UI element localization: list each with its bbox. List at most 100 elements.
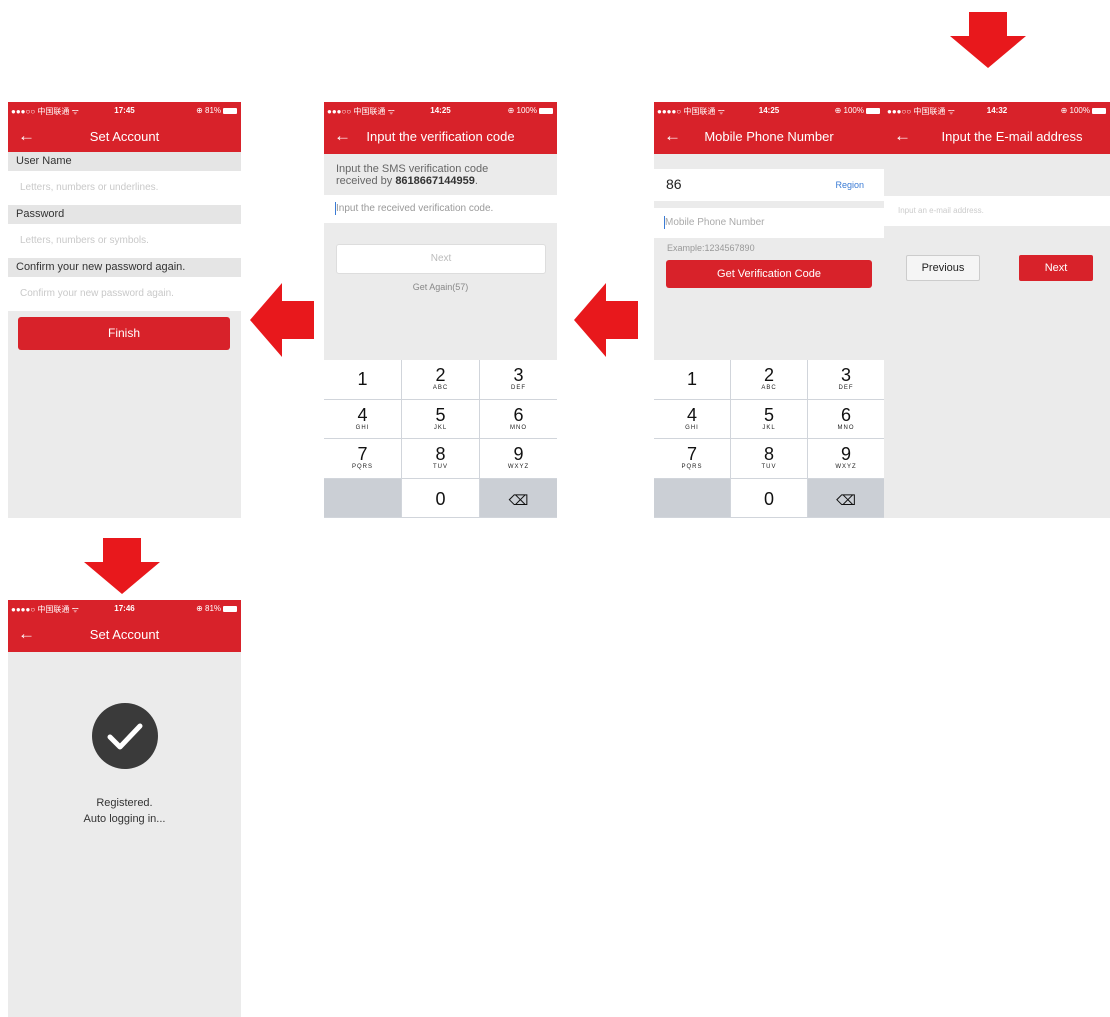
password-label: Password <box>8 205 241 224</box>
battery-icon <box>539 107 553 114</box>
phone-placeholder: Mobile Phone Number <box>665 217 765 228</box>
key-letters: DEF <box>511 385 526 391</box>
key-letters: ABC <box>761 385 777 391</box>
keypad-key[interactable]: 2 ABC <box>402 360 479 399</box>
key-letters: PQRS <box>681 464 703 470</box>
delete-key[interactable]: ⌫ <box>480 478 557 517</box>
keypad-key[interactable]: 2 ABC <box>731 360 807 399</box>
keypad-key[interactable]: 3 DEF <box>480 360 557 399</box>
key-number: 8 <box>435 444 446 464</box>
checkmark-icon <box>92 703 158 769</box>
instruction-prefix: received by <box>336 175 396 187</box>
page-title: Input the E-mail address <box>941 129 1083 144</box>
key-number: 4 <box>686 404 697 425</box>
email-input[interactable]: Input an e-mail address. <box>884 196 1110 226</box>
keypad-key[interactable]: 6 MNO <box>808 399 884 438</box>
verification-code-input[interactable]: Input the received verification code. <box>324 195 557 223</box>
keypad-key[interactable]: 9 WXYZ <box>808 439 884 478</box>
blank-key <box>324 478 401 517</box>
keypad-key[interactable]: 8 TUV <box>731 439 807 478</box>
key-letters: WXYZ <box>835 464 857 470</box>
battery-indicator: ⊕ 100% <box>508 106 553 115</box>
keypad-key[interactable]: 5 JKL <box>402 399 479 438</box>
backspace-icon: ⌫ <box>836 491 856 508</box>
status-bar: ●●●●○ 中国联通 ᯤ 14:25 ⊕ 100% <box>654 102 884 120</box>
key-number: 1 <box>686 369 697 389</box>
backspace-icon: ⌫ <box>508 491 529 508</box>
battery-label: ⊕ 100% <box>507 106 537 115</box>
screen-registered: ●●●●○ 中国联通 ᯤ 17:46 ⊕ 81% ← Set Account R… <box>8 600 241 1017</box>
screen-email: ●●●○○ 中国联通 ᯤ 14:32 ⊕ 100% ← Input the E-… <box>884 102 1110 518</box>
key-letters: JKL <box>762 424 776 431</box>
country-code-row[interactable]: 86 Region <box>654 169 884 201</box>
page-title: Set Account <box>89 627 160 642</box>
key-number: 5 <box>435 404 446 425</box>
keypad-key[interactable]: 0 <box>402 478 479 517</box>
region-link[interactable]: Region <box>835 180 864 190</box>
nav-bar: ← Mobile Phone Number <box>654 120 884 154</box>
key-letters: MNO <box>510 424 527 431</box>
keypad-key[interactable]: 4 GHI <box>654 399 730 438</box>
page-title: Set Account <box>89 129 160 144</box>
password-input[interactable]: Letters, numbers or symbols. <box>8 224 241 258</box>
get-verification-code-button[interactable]: Get Verification Code <box>666 260 872 288</box>
delete-key[interactable]: ⌫ <box>808 478 884 517</box>
status-bar: ●●●○○ 中国联通 ᯤ 17:45 ⊕ 81% <box>8 102 241 120</box>
keypad-key[interactable]: 1 <box>324 360 401 399</box>
key-number <box>654 479 730 485</box>
keypad-key[interactable]: 9 WXYZ <box>480 439 557 478</box>
key-number: 0 <box>435 488 446 509</box>
status-bar: ●●●○○ 中国联通 ᯤ 14:25 ⊕ 100% <box>324 102 557 120</box>
nav-bar: ← Input the E-mail address <box>884 120 1110 154</box>
key-number: 3 <box>840 365 851 385</box>
key-number: 2 <box>435 365 446 385</box>
finish-button[interactable]: Finish <box>18 317 230 350</box>
key-letters: GHI <box>355 424 370 431</box>
battery-label: ⊕ 81% <box>196 106 221 115</box>
instruction-line-1: Input the SMS verification code <box>336 163 489 175</box>
phone-number-input[interactable]: Mobile Phone Number <box>654 208 884 238</box>
back-arrow-icon[interactable]: ← <box>894 126 911 146</box>
key-number: 6 <box>840 404 851 425</box>
screen-verification-code: ●●●○○ 中国联通 ᯤ 14:25 ⊕ 100% ← Input the ve… <box>324 102 557 518</box>
battery-indicator: ⊕ 81% <box>196 604 237 613</box>
key-letters: TUV <box>433 464 448 470</box>
keypad-key[interactable]: 0 <box>731 478 807 517</box>
keypad-key[interactable]: 3 DEF <box>808 360 884 399</box>
username-input[interactable]: Letters, numbers or underlines. <box>8 171 241 205</box>
previous-button[interactable]: Previous <box>906 255 980 281</box>
keypad-key[interactable]: 5 JKL <box>731 399 807 438</box>
instruction-suffix: . <box>474 175 478 187</box>
keypad-key[interactable]: 7 PQRS <box>654 439 730 478</box>
key-letters: TUV <box>761 464 777 470</box>
key-number <box>324 479 401 485</box>
keypad-key[interactable]: 6 MNO <box>480 399 557 438</box>
blank-key <box>654 478 730 517</box>
battery-icon <box>1092 107 1106 114</box>
key-number: 8 <box>763 444 774 464</box>
status-bar: ●●●●○ 中国联通 ᯤ 17:46 ⊕ 81% <box>8 600 241 618</box>
numeric-keypad: 1 2 ABC 3 DEF 4 GHI 5 JKL 6 MNO 7 PQRS 8 TUV 9 WXYZ 0 ⌫ <box>324 360 557 518</box>
key-letters: MNO <box>837 424 855 431</box>
battery-label: ⊕ 100% <box>1060 106 1090 115</box>
flow-arrow-left-icon <box>574 283 638 357</box>
keypad-key[interactable]: 4 GHI <box>324 399 401 438</box>
username-label: User Name <box>8 152 241 171</box>
next-button[interactable]: Next <box>336 244 546 274</box>
next-button[interactable]: Next <box>1019 255 1093 281</box>
screen-mobile-phone: ●●●●○ 中国联通 ᯤ 14:25 ⊕ 100% ← Mobile Phone… <box>654 102 884 518</box>
confirm-password-input[interactable]: Confirm your new password again. <box>8 277 241 311</box>
battery-label: ⊕ 81% <box>196 604 221 613</box>
screen-set-account: ●●●○○ 中国联通 ᯤ 17:45 ⊕ 81% ← Set Account U… <box>8 102 241 518</box>
key-letters: ABC <box>432 385 449 391</box>
keypad-key[interactable]: 1 <box>654 360 730 399</box>
battery-indicator: ⊕ 100% <box>1061 106 1106 115</box>
page-title: Input the verification code <box>366 129 515 144</box>
get-again-link[interactable]: Get Again(57) <box>324 282 557 292</box>
example-text: Example:1234567890 <box>667 243 755 253</box>
battery-label: ⊕ 100% <box>834 106 864 115</box>
keypad-key[interactable]: 7 PQRS <box>324 439 401 478</box>
registered-line-1: Registered. <box>96 797 153 809</box>
phone-number: 8618667144959 <box>395 175 475 187</box>
keypad-key[interactable]: 8 TUV <box>402 439 479 478</box>
